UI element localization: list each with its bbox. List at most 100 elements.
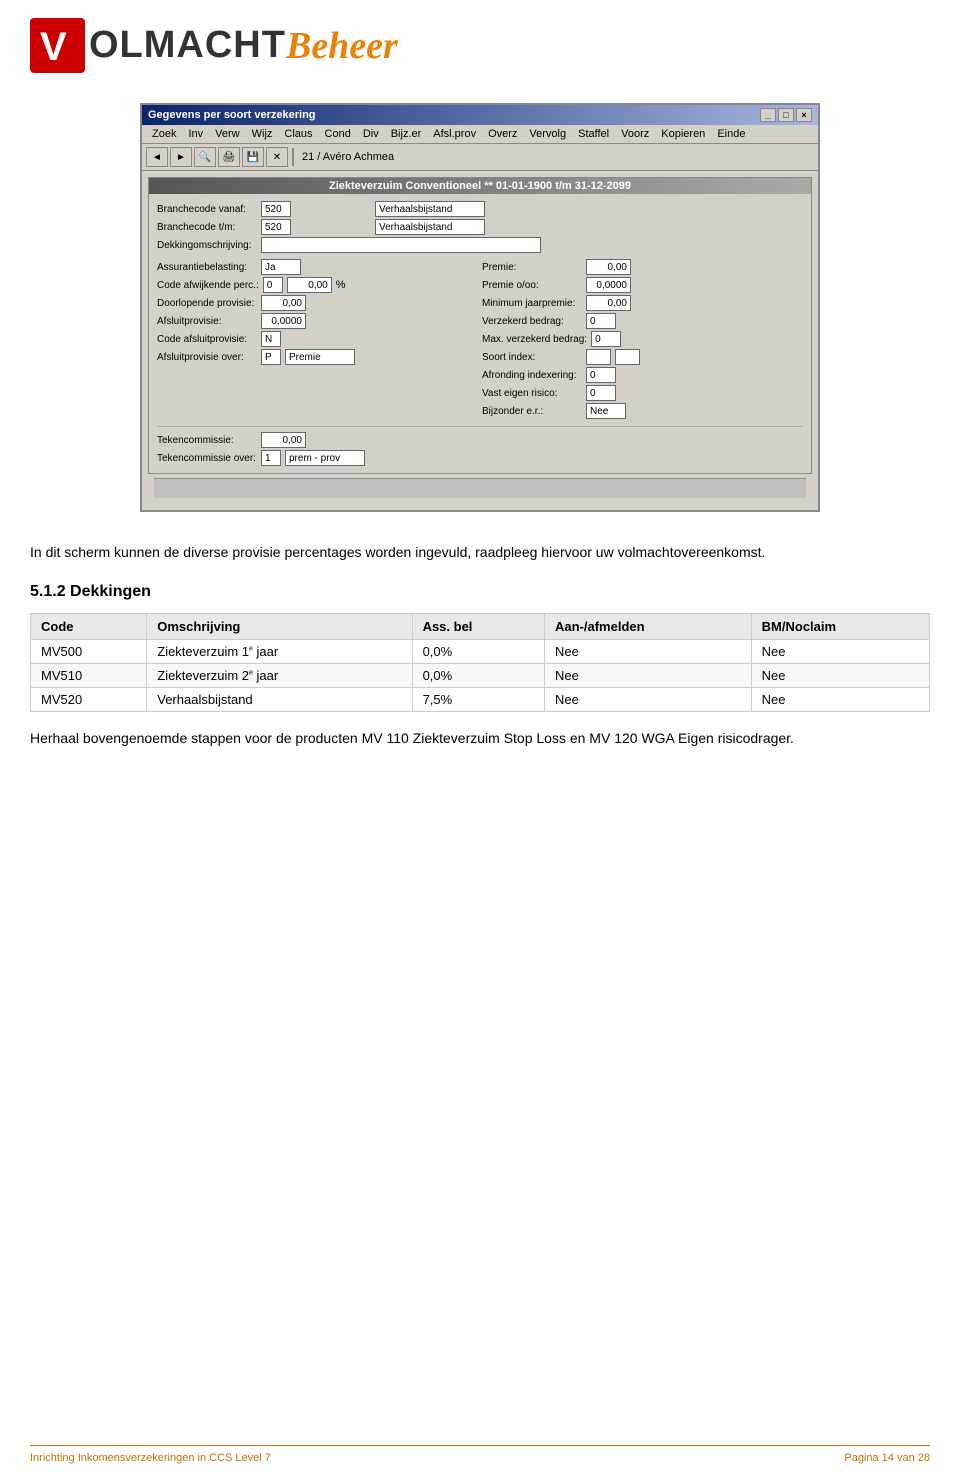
input-afsluitprovisie[interactable] [261, 313, 306, 329]
input-verzekerd[interactable] [586, 313, 616, 329]
dialog-titlebar: Gegevens per soort verzekering _ □ × [142, 105, 818, 125]
form-row-afsluitprovisie-over: Afsluitprovisie over: [157, 348, 478, 366]
menu-kopieren[interactable]: Kopieren [655, 127, 711, 141]
input-soort-index[interactable] [586, 349, 611, 365]
inner-panel: Ziekteverzuim Conventioneel ** 01-01-190… [148, 177, 812, 474]
input-min-jaarpremie[interactable] [586, 295, 631, 311]
dekkingen-table: Code Omschrijving Ass. bel Aan-/afmelden… [30, 613, 930, 712]
svg-text:V: V [40, 25, 67, 69]
menu-afslprov[interactable]: Afsl.prov [427, 127, 482, 141]
menu-zoek[interactable]: Zoek [146, 127, 182, 141]
menu-verw[interactable]: Verw [209, 127, 245, 141]
input-premie[interactable] [586, 259, 631, 275]
form-row-code-afwijkende: Code afwijkende perc.: % [157, 276, 478, 294]
label-branchecode-tm: Branchecode t/m: [157, 222, 257, 233]
input-vast-eigen[interactable] [586, 385, 616, 401]
form-row-afsluitprovisie: Afsluitprovisie: [157, 312, 478, 330]
close-button[interactable]: × [796, 108, 812, 122]
dialog-title: Gegevens per soort verzekering [148, 109, 316, 121]
menu-inv[interactable]: Inv [182, 127, 209, 141]
menu-vervolg[interactable]: Vervolg [523, 127, 572, 141]
input-premie-ooo[interactable] [586, 277, 631, 293]
label-afsluitprovisie-over: Afsluitprovisie over: [157, 352, 257, 363]
input-code-afwijkende-val[interactable] [287, 277, 332, 293]
footer-right: Pagina 14 van 28 [844, 1452, 930, 1464]
dialog-window: Gegevens per soort verzekering _ □ × Zoe… [140, 103, 820, 512]
logo-olmacht-text: OLMACHT [89, 24, 286, 67]
input-tekencommissie-over-desc[interactable] [285, 450, 365, 466]
input-afronding[interactable] [586, 367, 616, 383]
menu-staffel[interactable]: Staffel [572, 127, 615, 141]
label-premie: Premie: [482, 262, 582, 273]
form-row-premie-ooo: Premie o/oo: [482, 276, 803, 294]
menu-cond[interactable]: Cond [319, 127, 357, 141]
maximize-button[interactable]: □ [778, 108, 794, 122]
label-soort-index: Soort index: [482, 352, 582, 363]
input-tekencommissie[interactable] [261, 432, 306, 448]
toolbar-separator [292, 148, 294, 166]
menu-voorz[interactable]: Voorz [615, 127, 655, 141]
input-tekencommissie-over-code[interactable] [261, 450, 281, 466]
menu-wijz[interactable]: Wijz [246, 127, 279, 141]
menu-div[interactable]: Div [357, 127, 385, 141]
search-button[interactable]: 🔍 [194, 147, 216, 167]
label-code-afwijkende: Code afwijkende perc.: [157, 280, 259, 291]
col-bm-noclaim: BM/Noclaim [751, 614, 929, 640]
form-row-min-jaarpremie: Minimum jaarpremie: [482, 294, 803, 312]
input-afsluitprovisie-over-desc[interactable] [285, 349, 355, 365]
input-assbelasting[interactable] [261, 259, 301, 275]
input-branchecode-tm-desc[interactable] [375, 219, 485, 235]
menu-claus[interactable]: Claus [278, 127, 318, 141]
dialog-bottom-bar [154, 478, 806, 498]
label-tekencommissie: Tekencommissie: [157, 435, 257, 446]
percent-sign: % [336, 279, 346, 291]
cell-ass-bel-2: 7,5% [412, 688, 544, 712]
input-doorlopende[interactable] [261, 295, 306, 311]
dialog-title-buttons: _ □ × [760, 108, 812, 122]
cell-omschrijving-1: Ziekteverzuim 2e jaar [147, 664, 412, 688]
label-dekkingomschrijving: Dekkingomschrijving: [157, 240, 257, 251]
panel-title: Ziekteverzuim Conventioneel ** 01-01-190… [149, 178, 811, 194]
input-branchecode-tm[interactable] [261, 219, 291, 235]
cell-bm-noclaim-2: Nee [751, 688, 929, 712]
cell-ass-bel-1: 0,0% [412, 664, 544, 688]
table-header: Code Omschrijving Ass. bel Aan-/afmelden… [31, 614, 930, 640]
minimize-button[interactable]: _ [760, 108, 776, 122]
cell-aan-afmelden-1: Nee [545, 664, 752, 688]
input-code-afsluit[interactable] [261, 331, 281, 347]
input-bijzonder[interactable] [586, 403, 626, 419]
save-button[interactable]: 💾 [242, 147, 264, 167]
cell-code-2: MV520 [31, 688, 147, 712]
form-row-vast-eigen: Vast eigen risico: [482, 384, 803, 402]
main-content: Gegevens per soort verzekering _ □ × Zoe… [0, 83, 960, 789]
form-bottom-section: Tekencommissie: Tekencommissie over: [157, 426, 803, 467]
col-ass-bel: Ass. bel [412, 614, 544, 640]
cell-code-0: MV500 [31, 640, 147, 664]
form-row-doorlopende: Doorlopende provisie: [157, 294, 478, 312]
table-row: MV500 Ziekteverzuim 1e jaar 0,0% Nee Nee [31, 640, 930, 664]
input-branchecode-vanaf[interactable] [261, 201, 291, 217]
input-afsluitprovisie-over-code[interactable] [261, 349, 281, 365]
menu-bijzer[interactable]: Bijz.er [385, 127, 428, 141]
menu-einde[interactable]: Einde [711, 127, 751, 141]
col-omschrijving: Omschrijving [147, 614, 412, 640]
table-header-row: Code Omschrijving Ass. bel Aan-/afmelden… [31, 614, 930, 640]
forward-button[interactable]: ► [170, 147, 192, 167]
form-row-afronding: Afronding indexering: [482, 366, 803, 384]
input-code-afwijkende[interactable] [263, 277, 283, 293]
label-bijzonder: Bijzonder e.r.: [482, 406, 582, 417]
label-min-jaarpremie: Minimum jaarpremie: [482, 298, 582, 309]
input-soort-index2[interactable] [615, 349, 640, 365]
label-code-afsluit: Code afsluitprovisie: [157, 334, 257, 345]
label-premie-ooo: Premie o/oo: [482, 280, 582, 291]
input-branchecode-vanaf-desc[interactable] [375, 201, 485, 217]
back-button[interactable]: ◄ [146, 147, 168, 167]
cell-bm-noclaim-1: Nee [751, 664, 929, 688]
toolbar-label: 21 / Avéro Achmea [298, 151, 398, 163]
menu-overz[interactable]: Overz [482, 127, 523, 141]
input-dekkingomschrijving[interactable] [261, 237, 541, 253]
input-max-verzekerd[interactable] [591, 331, 621, 347]
delete-button[interactable]: ✕ [266, 147, 288, 167]
print-button[interactable]: 🖨 [218, 147, 240, 167]
cell-code-1: MV510 [31, 664, 147, 688]
